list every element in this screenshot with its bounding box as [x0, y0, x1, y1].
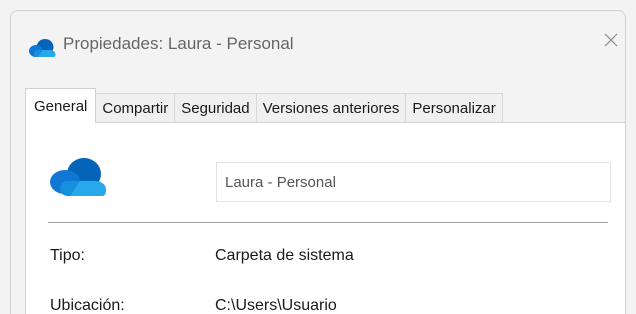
- tab-versiones-anteriores[interactable]: Versiones anteriores: [255, 93, 407, 123]
- title-bar[interactable]: Propiedades: Laura - Personal: [11, 11, 625, 73]
- type-value: Carpeta de sistema: [215, 247, 354, 264]
- general-tab-panel: Tipo: Carpeta de sistema Ubicación: C:\U…: [25, 122, 625, 314]
- tab-label: Seguridad: [181, 100, 250, 117]
- tab-label: Versiones anteriores: [262, 100, 400, 117]
- onedrive-cloud-icon: [28, 38, 56, 58]
- divider: [48, 222, 608, 223]
- tab-general[interactable]: General: [25, 88, 97, 123]
- tab-personalizar[interactable]: Personalizar: [405, 93, 503, 123]
- window-title: Propiedades: Laura - Personal: [63, 34, 294, 53]
- close-icon: [603, 32, 619, 53]
- close-button[interactable]: [597, 25, 625, 59]
- tab-seguridad[interactable]: Seguridad: [174, 93, 257, 123]
- tab-strip: General Compartir Seguridad Versiones an…: [25, 87, 503, 123]
- location-label: Ubicación:: [50, 297, 125, 314]
- tab-compartir[interactable]: Compartir: [95, 93, 176, 123]
- tab-label: Personalizar: [412, 100, 496, 117]
- folder-name-field[interactable]: [216, 162, 611, 202]
- properties-dialog: Propiedades: Laura - Personal General Co…: [10, 10, 626, 314]
- onedrive-cloud-icon: [48, 157, 108, 197]
- tab-label: Compartir: [102, 100, 169, 117]
- type-label: Tipo:: [50, 247, 85, 264]
- location-value: C:\Users\Usuario: [215, 297, 337, 314]
- tab-label: General: [34, 97, 88, 115]
